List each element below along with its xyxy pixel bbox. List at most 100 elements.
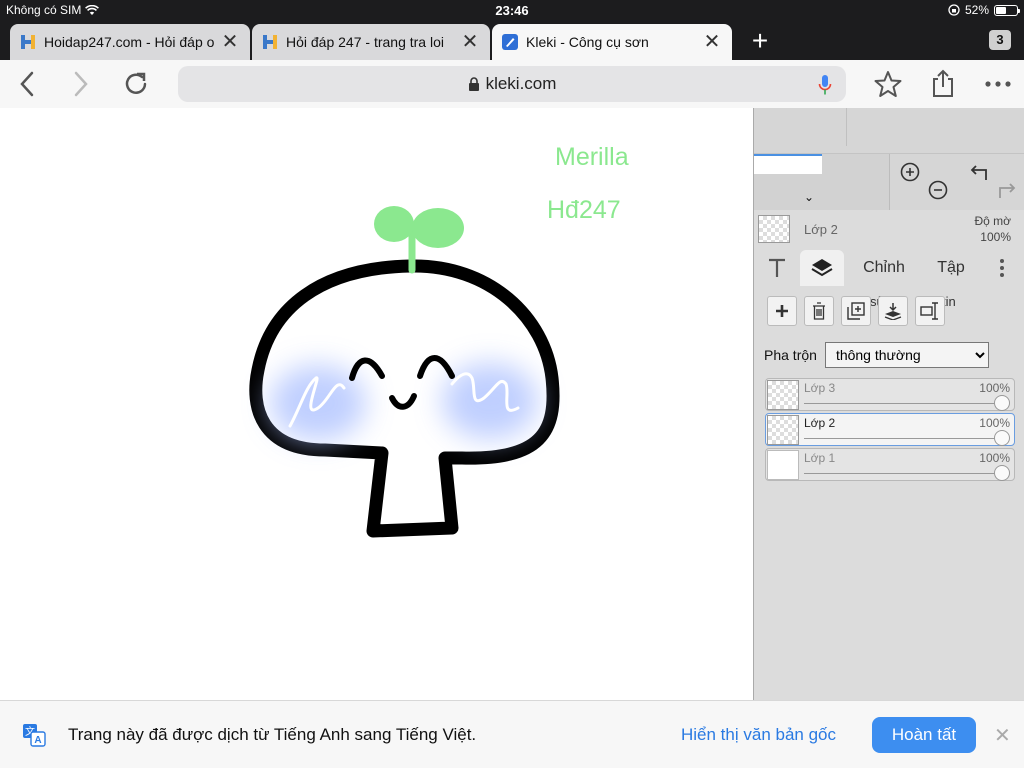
panel-top-bar bbox=[754, 108, 1024, 154]
back-icon[interactable] bbox=[12, 68, 44, 100]
clock: 23:46 bbox=[495, 3, 529, 18]
new-tab-button[interactable]: + bbox=[744, 26, 776, 58]
canvas-drawing[interactable]: Merilla Hđ247 bbox=[0, 108, 753, 700]
forward-icon[interactable] bbox=[64, 68, 96, 100]
drawing-canvas[interactable]: Merilla Hđ247 bbox=[0, 108, 753, 700]
opacity-value: 100% bbox=[980, 230, 1011, 244]
slider-handle[interactable] bbox=[994, 395, 1010, 411]
tab-more[interactable] bbox=[992, 250, 1012, 286]
layer-thumbnail bbox=[767, 380, 799, 410]
sprout-right-leaf bbox=[412, 208, 464, 248]
layer-row-3[interactable]: Lớp 3 100% bbox=[765, 378, 1015, 411]
left-eye bbox=[349, 357, 385, 381]
plus-icon bbox=[776, 305, 788, 317]
translate-message: Trang này đã được dịch từ Tiếng Anh sang… bbox=[68, 725, 477, 744]
layer-opacity: 100% bbox=[979, 381, 1010, 395]
canvas-text-hd247: Hđ247 bbox=[547, 196, 621, 224]
duplicate-layer-button[interactable] bbox=[841, 296, 871, 326]
layer-thumbnail bbox=[767, 415, 799, 445]
show-original-link[interactable]: Hiển thị văn bản gốc bbox=[681, 725, 836, 745]
translate-bar: 文 A Trang này đã được dịch từ Tiếng Anh … bbox=[0, 700, 1024, 768]
tab-title: Hoidap247.com - Hỏi đáp o bbox=[44, 34, 215, 50]
hoidap-logo-icon bbox=[263, 35, 277, 49]
zoom-out-icon[interactable] bbox=[928, 180, 948, 200]
more-options-icon[interactable] bbox=[982, 68, 1014, 100]
text-tool-icon bbox=[769, 258, 785, 277]
tab-adjust[interactable]: Chỉnh bbox=[854, 250, 914, 286]
more-vertical-icon bbox=[1000, 259, 1004, 277]
current-layer-header: Lớp 2 Độ mờ 100% bbox=[754, 210, 1024, 250]
zoom-undo-controls bbox=[890, 154, 1024, 210]
delete-layer-button[interactable] bbox=[804, 296, 834, 326]
blend-mode-row: Pha trộn thông thường bbox=[764, 342, 1024, 368]
done-button[interactable]: Hoàn tất bbox=[872, 717, 976, 753]
orientation-lock-icon bbox=[948, 4, 960, 16]
tab-title: Hỏi đáp 247 - trang tra loi bbox=[286, 34, 444, 50]
mouth bbox=[389, 393, 417, 410]
kleki-logo-icon bbox=[502, 34, 518, 50]
tab-count-button[interactable]: 3 bbox=[989, 30, 1011, 50]
browser-tab-3[interactable]: Kleki - Công cụ sơn ✕ bbox=[492, 24, 732, 60]
browser-tab-1[interactable]: Hoidap247.com - Hỏi đáp o ✕ bbox=[10, 24, 250, 60]
slider-handle[interactable] bbox=[994, 430, 1010, 446]
current-layer-thumbnail bbox=[758, 215, 790, 243]
share-icon[interactable] bbox=[927, 68, 959, 100]
close-tab-icon[interactable]: ✕ bbox=[702, 32, 722, 52]
microphone-icon[interactable] bbox=[818, 74, 832, 96]
close-translate-icon[interactable]: ✕ bbox=[994, 723, 1011, 748]
layer-opacity-slider[interactable] bbox=[804, 403, 1002, 404]
layer-row-2[interactable]: Lớp 2 100% bbox=[765, 413, 1015, 446]
translate-icon: 文 A bbox=[23, 724, 46, 747]
layer-name: Lớp 1 bbox=[804, 451, 836, 465]
svg-text:A: A bbox=[34, 735, 41, 746]
layer-opacity: 100% bbox=[979, 451, 1010, 465]
tab-file[interactable]: Tập bbox=[924, 250, 978, 286]
right-eye bbox=[417, 355, 455, 379]
blend-mode-label: Pha trộn bbox=[764, 347, 817, 363]
undo-icon[interactable] bbox=[968, 162, 990, 182]
trash-icon bbox=[813, 302, 825, 320]
browser-toolbar: kleki.com bbox=[0, 60, 1024, 108]
tab-layers[interactable] bbox=[800, 250, 844, 286]
add-layer-button[interactable] bbox=[767, 296, 797, 326]
status-bar: Không có SIM 23:46 52% bbox=[0, 0, 1024, 20]
lock-icon bbox=[468, 77, 479, 91]
layer-name: Lớp 3 bbox=[804, 381, 836, 395]
redo-icon[interactable] bbox=[996, 180, 1018, 200]
panel-tabs: Chỉnh Tập bbox=[754, 250, 1024, 286]
layer-opacity-slider[interactable] bbox=[804, 473, 1002, 474]
rename-layer-button[interactable] bbox=[915, 296, 945, 326]
layer-name: Lớp 2 bbox=[804, 416, 836, 430]
right-blush bbox=[442, 363, 538, 439]
blend-mode-select[interactable]: thông thường bbox=[824, 342, 989, 368]
opacity-label: Độ mờ bbox=[974, 214, 1011, 228]
rename-icon bbox=[920, 302, 938, 320]
address-bar[interactable]: kleki.com bbox=[178, 66, 846, 102]
canvas-text-merilla: Merilla bbox=[555, 143, 629, 171]
brush-selector[interactable]: ⌄ bbox=[754, 154, 890, 210]
url-text: kleki.com bbox=[485, 74, 557, 93]
zoom-in-icon[interactable] bbox=[900, 162, 920, 182]
layer-row-1[interactable]: Lớp 1 100% bbox=[765, 448, 1015, 481]
merge-layer-button[interactable] bbox=[878, 296, 908, 326]
layer-opacity-slider[interactable] bbox=[804, 438, 1002, 439]
layers-icon bbox=[811, 259, 833, 277]
slider-handle[interactable] bbox=[994, 465, 1010, 481]
battery-icon bbox=[994, 4, 1020, 16]
browser-tab-2[interactable]: Hỏi đáp 247 - trang tra loi ✕ bbox=[252, 24, 490, 60]
battery-percent: 52% bbox=[964, 3, 989, 17]
kleki-side-panel: ⌄ Lớp 2 Độ mờ 100% Chỉnh Tập tin Pha trộ… bbox=[753, 108, 1024, 700]
close-tab-icon[interactable]: ✕ bbox=[460, 32, 480, 52]
browser-tab-bar: Hoidap247.com - Hỏi đáp o ✕ Hỏi đáp 247 … bbox=[0, 20, 1024, 60]
merge-down-icon bbox=[884, 303, 902, 320]
tab-text-tool[interactable] bbox=[758, 250, 796, 286]
layer-opacity: 100% bbox=[979, 416, 1010, 430]
layer-thumbnail bbox=[767, 450, 799, 480]
brush-preview bbox=[754, 154, 822, 174]
close-tab-icon[interactable]: ✕ bbox=[220, 32, 240, 52]
tab-title: Kleki - Công cụ sơn bbox=[526, 34, 649, 50]
reload-icon[interactable] bbox=[120, 68, 152, 100]
chevron-down-icon[interactable]: ⌄ bbox=[804, 190, 814, 204]
bookmark-star-icon[interactable] bbox=[872, 68, 904, 100]
hoidap-logo-icon bbox=[21, 35, 35, 49]
